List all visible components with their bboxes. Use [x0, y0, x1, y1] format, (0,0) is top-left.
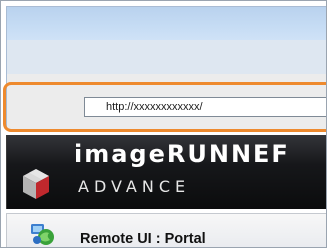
browser-title-bar [6, 6, 326, 40]
browser-window: http://xxxxxxxxxxxx/ imageRUNNEF ADVANCE… [0, 0, 327, 248]
remote-ui-portal-icon [31, 224, 54, 245]
canon-cube-logo-icon [23, 169, 49, 199]
brand-subtitle: ADVANCE [78, 177, 191, 196]
brand-name: imageRUNNEF [74, 140, 290, 168]
address-url-input[interactable]: http://xxxxxxxxxxxx/ [84, 97, 326, 117]
portal-title: Remote UI : Portal [80, 231, 206, 247]
address-url-text: http://xxxxxxxxxxxx/ [106, 101, 203, 113]
browser-toolbar [6, 40, 326, 74]
